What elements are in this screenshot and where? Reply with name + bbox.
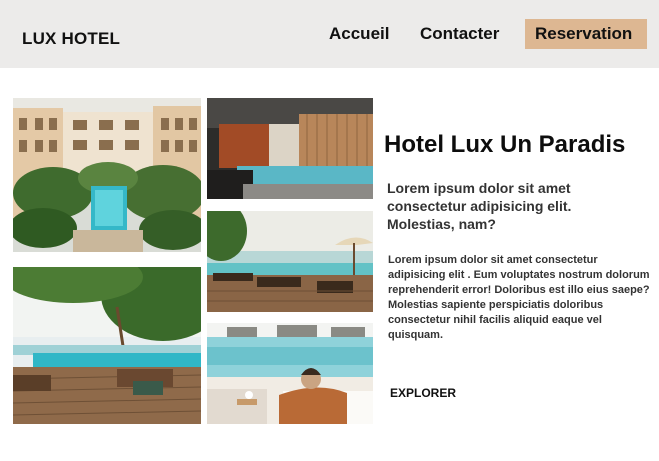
explore-button[interactable]: EXPLORER <box>390 386 456 400</box>
nav-link-home[interactable]: Accueil <box>329 24 389 44</box>
site-header: LUX HOTEL Accueil Contacter Reservation <box>0 0 659 68</box>
poolside-breakfast-photo <box>207 323 373 424</box>
nav-link-contact[interactable]: Contacter <box>420 24 499 44</box>
hero-title: Hotel Lux Un Paradis <box>384 131 626 158</box>
courtyard-pool-photo <box>13 98 201 252</box>
sea-loungers-photo <box>207 211 373 312</box>
indoor-pool-photo <box>207 98 373 199</box>
site-logo[interactable]: LUX HOTEL <box>22 29 120 49</box>
hero-description: Lorem ipsum dolor sit amet consectetur a… <box>388 254 650 341</box>
hero-subtitle: Lorem ipsum dolor sit amet consectetur a… <box>387 180 572 232</box>
tropical-pool-photo <box>13 267 201 424</box>
reservation-button[interactable]: Reservation <box>525 19 647 49</box>
